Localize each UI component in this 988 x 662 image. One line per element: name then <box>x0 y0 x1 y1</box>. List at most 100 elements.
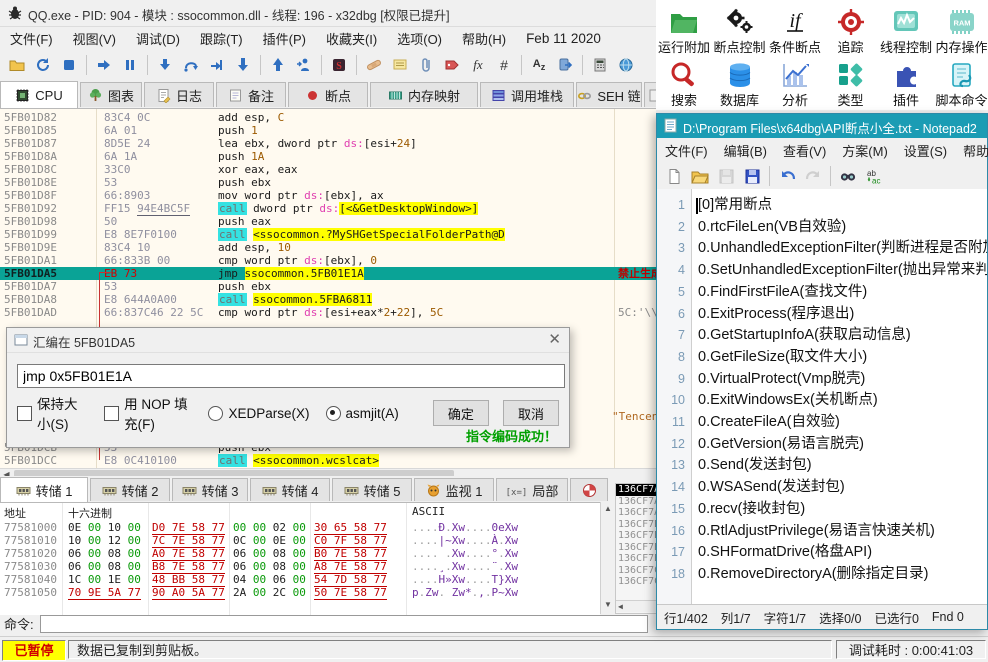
tab-CPU[interactable]: CPU <box>0 81 78 108</box>
folder-icon[interactable] <box>5 53 29 77</box>
globe-icon[interactable] <box>614 53 638 77</box>
np-new-icon[interactable] <box>662 164 686 188</box>
menu-item-7[interactable]: 帮助(H) <box>452 26 516 51</box>
np-menu-item-0[interactable]: 文件(F) <box>657 138 716 163</box>
till-return-icon[interactable] <box>266 53 290 77</box>
disasm-row[interactable]: 5FB01D98 50 push eax <box>0 215 656 228</box>
hexdump-row[interactable]: 77581040 1C 00 1E 00 48 BB 58 77 04 00 06 0… <box>0 573 600 587</box>
dump-tab-监视 1[interactable]: 监视 1 <box>414 478 494 501</box>
hash-icon[interactable]: # <box>492 53 516 77</box>
menu-item-2[interactable]: 调试(D) <box>126 26 190 51</box>
text-line[interactable]: 0.VirtualProtect(Vmp脱壳) <box>698 369 865 391</box>
stop-icon[interactable] <box>57 53 81 77</box>
hexdump-row[interactable]: 77581030 06 00 08 00 B8 7E 58 77 06 00 08 0… <box>0 560 600 574</box>
disasm-row[interactable]: 5FB01D8E 53 push ebx <box>0 176 656 189</box>
text-line[interactable]: 0.SHFormatDrive(格盘API) <box>698 542 872 564</box>
disasm-row[interactable]: 5FB01D85 6A 01 push 1 <box>0 124 656 137</box>
menu-item-0[interactable]: 文件(F) <box>0 26 63 51</box>
text-line[interactable]: 0.CreateFileA(自效验) <box>698 412 840 434</box>
tab-图表[interactable]: 图表 <box>80 82 142 107</box>
np-save-icon[interactable] <box>714 164 738 188</box>
text-line[interactable]: 0.WSASend(发送封包) <box>698 477 845 499</box>
az-icon[interactable]: Az <box>527 53 551 77</box>
np-find-icon[interactable] <box>836 164 860 188</box>
dump-tab-partial[interactable] <box>570 478 608 501</box>
text-line[interactable]: 0.SetUnhandledExceptionFilter(抛出异常来判 <box>698 260 987 282</box>
source-icon[interactable] <box>553 53 577 77</box>
menu-item-3[interactable]: 跟踪(T) <box>190 26 253 51</box>
pause-icon[interactable] <box>118 53 142 77</box>
dump-tab-转储 3[interactable]: 转储 3 <box>172 478 248 501</box>
quick-target-button[interactable]: 追踪 <box>824 4 878 56</box>
np-undo-icon[interactable] <box>775 164 799 188</box>
np-replace-icon[interactable]: ab ac <box>862 164 886 188</box>
np-redo-icon[interactable] <box>801 164 825 188</box>
command-input[interactable] <box>39 614 648 633</box>
np-menu-item-5[interactable]: 帮助(H) <box>955 138 988 163</box>
radio-0[interactable]: XEDParse(X) <box>208 405 310 421</box>
disasm-row[interactable]: 5FB01D87 8D5E 24 lea ebx, dword ptr ds:[es… <box>0 137 656 150</box>
restart-icon[interactable] <box>31 53 55 77</box>
stack-address-row[interactable]: 136CF7C <box>616 565 657 577</box>
quick-thread-button[interactable]: 线程控制 <box>879 4 933 56</box>
disasm-row[interactable]: 5FB01D82 83C4 0C add esp, C <box>0 111 656 124</box>
text-line[interactable]: 0.UnhandledExceptionFilter(判断进程是否附加 <box>698 238 987 260</box>
text-line[interactable]: 0.recv(接收封包) <box>698 499 805 521</box>
stack-address-row[interactable]: 136CF7B <box>616 519 657 531</box>
menu-item-5[interactable]: 收藏夹(I) <box>316 26 387 51</box>
text-line[interactable]: 0.GetStartupInfoA(获取启动信息) <box>698 325 911 347</box>
text-line[interactable]: 0.rtcFileLen(VB自效验) <box>698 217 846 239</box>
cancel-button[interactable]: 取消 <box>502 400 560 426</box>
text-line[interactable]: 0.FindFirstFileA(查找文件) <box>698 282 867 304</box>
np-menu-item-2[interactable]: 查看(V) <box>775 138 834 163</box>
quick-db-button[interactable]: 数据库 <box>713 57 767 109</box>
run-user-icon[interactable] <box>205 53 229 77</box>
text-line[interactable]: 0.ExitWindowsEx(关机断点) <box>698 390 878 412</box>
dump-tab-转储 1[interactable]: 转储 1 <box>0 477 88 502</box>
quick-search-button[interactable]: 搜索 <box>657 57 711 109</box>
patch-icon[interactable] <box>362 53 386 77</box>
quick-ram-button[interactable]: RAM 内存操作 <box>935 4 988 56</box>
stack-address-row[interactable]: 136CF7B <box>616 530 657 542</box>
step-over-icon[interactable] <box>179 53 203 77</box>
np-saveall-icon[interactable] <box>740 164 764 188</box>
text-line[interactable]: 0.GetFileSize(取文件大小) <box>698 347 867 369</box>
text-line[interactable]: 0.ExitProcess(程序退出) <box>698 304 854 326</box>
quick-types-button[interactable]: 类型 <box>824 57 878 109</box>
tab-日志[interactable]: 日志 <box>144 82 214 107</box>
tab-断点[interactable]: 断点 <box>288 82 368 107</box>
calc-icon[interactable] <box>588 53 612 77</box>
checkbox-0[interactable]: 保持大小(S) <box>17 393 88 433</box>
menu-item-6[interactable]: 选项(O) <box>387 26 452 51</box>
text-line[interactable]: [0]常用断点 <box>698 195 772 217</box>
label-icon[interactable] <box>440 53 464 77</box>
text-line[interactable]: 0.RtlAdjustPrivilege(易语言快速关机) <box>698 521 935 543</box>
dump-tab-转储 4[interactable]: 转储 4 <box>250 478 330 501</box>
np-menu-item-4[interactable]: 设置(S) <box>896 138 955 163</box>
tab-内存映射[interactable]: 内存映射 <box>370 82 478 107</box>
stack-address-row[interactable]: 136CF7A <box>616 484 657 496</box>
hexdump-row[interactable]: 77581020 06 00 08 00 A0 7E 58 77 06 00 08 0… <box>0 547 600 561</box>
attach-icon[interactable] <box>292 53 316 77</box>
stack-address-row[interactable]: 136CF7C <box>616 576 657 588</box>
hexdump-pane[interactable]: 地址 十六进制 ASCII 77581000 0E 00 10 00 D0 7E 5… <box>0 502 600 615</box>
quick-plugin-button[interactable]: 插件 <box>879 57 933 109</box>
menu-item-1[interactable]: 视图(V) <box>63 26 126 51</box>
run-icon[interactable] <box>92 53 116 77</box>
checkbox-box[interactable] <box>17 405 32 421</box>
disasm-row[interactable]: 5FB01D92 FF15 94E4BC5F call dword ptr ds:[… <box>0 202 656 216</box>
dialog-titlebar[interactable]: 汇编在 5FB01DA5 ✕ <box>7 328 569 353</box>
scroll-up-arrow-icon[interactable]: ▲ <box>602 503 614 515</box>
stack-pane[interactable]: 136CF7A 136CF7A 136CF7A 136CF7B 136CF7B 136CF… <box>615 483 658 614</box>
checkbox-1[interactable]: 用 NOP 填充(F) <box>104 393 192 433</box>
dump-vscrollbar[interactable]: ▲ ▼ <box>600 502 616 614</box>
np-menu-item-1[interactable]: 编辑(B) <box>716 138 775 163</box>
dump-tab-转储 5[interactable]: 转储 5 <box>332 478 412 501</box>
stack-hscrollbar[interactable]: ◀ <box>616 600 657 612</box>
tab-SEH 链[interactable]: SEH 链 <box>576 82 642 107</box>
quick-folder-button[interactable]: 运行附加 <box>657 4 711 56</box>
dump-tab-转储 2[interactable]: 转储 2 <box>90 478 170 501</box>
disasm-row[interactable]: 5FB01D8F 66:8903 mov word ptr ds:[ebx], ax <box>0 189 656 202</box>
quick-chart-button[interactable]: 分析 <box>768 57 822 109</box>
stack-address-row[interactable]: 136CF7A <box>616 507 657 519</box>
